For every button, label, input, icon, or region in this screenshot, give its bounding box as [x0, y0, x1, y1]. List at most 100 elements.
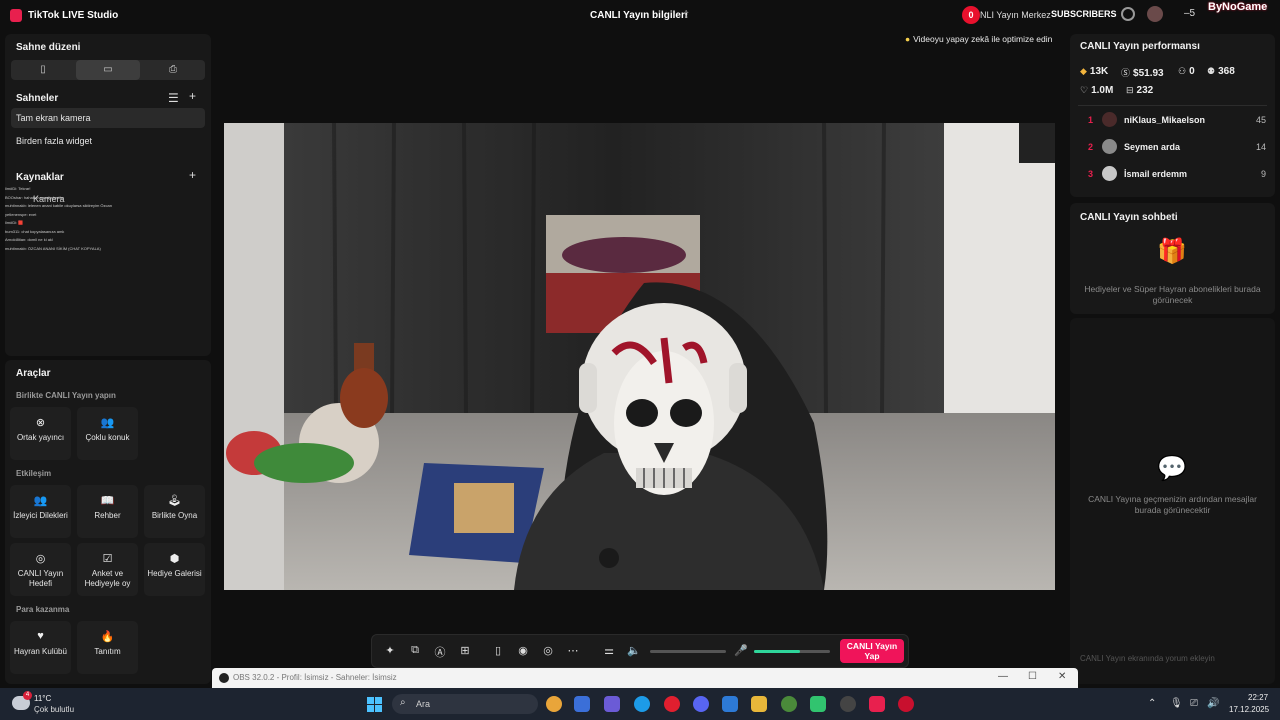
share-icon[interactable]: ⇪ [682, 10, 690, 21]
multi-guest-button[interactable]: 👥 Çoklu konuk [77, 407, 138, 460]
mail-icon[interactable] [722, 696, 738, 712]
weather-temperature[interactable]: 11°C [34, 694, 51, 703]
obs-window-title: OBS 32.0.2 - Profil: İsimsiz - Sahneler:… [233, 673, 397, 682]
record-icon[interactable]: ◉ [516, 644, 530, 657]
magic-wand-icon[interactable]: ✦ [383, 644, 397, 657]
avatar[interactable] [1147, 6, 1163, 22]
microphone-icon[interactable]: 🎤 [734, 644, 748, 657]
scene-item[interactable]: Birden fazla widget [11, 131, 205, 151]
ai-optimize-hint[interactable]: ● Videoyu yapay zekâ ile optimize edin [905, 34, 1052, 48]
poll-button[interactable]: ☑ Anket ve Hediyeyle oy [77, 543, 138, 596]
volume-icon[interactable]: 🔊 [1207, 698, 1219, 709]
camera-feed-image [224, 123, 1055, 590]
camera-settings-icon[interactable]: ◎ [541, 644, 555, 657]
live-goal-button[interactable]: ◎ CANLI Yayın Hedefi [10, 543, 71, 596]
promote-button[interactable]: 🔥 Tanıtım [77, 621, 138, 674]
chrome-profile-icon[interactable] [781, 696, 797, 712]
users-icon: 👥 [100, 417, 115, 429]
play-together-button[interactable]: 🕹 Birlikte Oyna [144, 485, 205, 538]
live-center-link[interactable]: NLI Yayın Merkez [980, 10, 1051, 20]
store-icon[interactable] [574, 696, 590, 712]
add-media-icon[interactable]: ⊞ [458, 644, 472, 657]
viewer-requests-button[interactable]: 👥 İzleyici Dilekleri [10, 485, 71, 538]
ai-icon[interactable]: Ⓐ [433, 644, 447, 660]
landscape-button[interactable]: ▭ [76, 60, 140, 80]
avatar [1102, 112, 1117, 127]
teams-icon[interactable] [604, 696, 620, 712]
go-live-button[interactable]: CANLI Yayın Yap [840, 639, 904, 663]
discord-icon[interactable] [693, 696, 709, 712]
avatar [1102, 139, 1117, 154]
source-camera[interactable]: Kamera [33, 194, 65, 204]
obs-close-button[interactable]: ✕ [1058, 671, 1066, 682]
network-icon[interactable]: ⎚ [1190, 698, 1198, 709]
screen-edit-icon[interactable]: ⧉ [408, 644, 422, 657]
microphone-icon[interactable]: 🎙 [1170, 698, 1183, 709]
speaker-icon[interactable]: 🔈 [627, 644, 641, 657]
guide-button[interactable]: 📖 Rehber [77, 485, 138, 538]
camera-preview [224, 123, 1055, 590]
obs-logo-icon [219, 673, 229, 683]
sources-title: Kaynaklar [16, 172, 64, 183]
fan-club-button[interactable]: ♥ Hayran Kulübü [10, 621, 71, 674]
list-icon[interactable]: ☰ [168, 91, 179, 105]
notification-badge[interactable]: 0 [962, 6, 980, 24]
edge-icon[interactable] [634, 696, 650, 712]
co-host-button[interactable]: ⊗ Ortak yayıncı [10, 407, 71, 460]
likes-stat: ♡ 1.0M [1080, 85, 1114, 96]
ranking-row[interactable]: 2 Seymen arda 14 [1088, 138, 1266, 156]
clock-time[interactable]: 22:27 [1248, 693, 1268, 702]
live-info-title[interactable]: CANLI Yayın bilgileri [590, 10, 688, 21]
gift-icon: ⊟ [1126, 85, 1134, 95]
gear-icon[interactable] [1121, 7, 1135, 21]
chat-line: muhtinnakb: lelenen anani kabile okuylar… [5, 203, 112, 208]
add-source-button[interactable]: + [189, 168, 196, 182]
opera-icon[interactable] [664, 696, 680, 712]
more-options-icon[interactable]: ⋯ [566, 644, 580, 657]
clock-date[interactable]: 17.12.2025 [1229, 705, 1269, 714]
taskbar-search[interactable]: ⌕ Ara [392, 694, 538, 714]
chevron-up-icon[interactable]: ⌃ [1148, 698, 1156, 709]
weather-description[interactable]: Çok bulutlu [34, 705, 74, 714]
chrome-icon[interactable] [546, 696, 562, 712]
chat-input[interactable]: CANLI Yayın ekranında yorum ekleyin [1080, 654, 1265, 663]
performance-title: CANLI Yayın performansı [1080, 41, 1200, 52]
obs-minimize-button[interactable]: — [998, 671, 1008, 682]
add-scene-button[interactable]: + [189, 89, 196, 103]
gifts-stat: ⊟ 232 [1126, 85, 1154, 96]
ranking-row[interactable]: 3 İsmail erdemm 9 [1088, 165, 1266, 183]
tiktok-logo-icon [10, 9, 22, 22]
dual-screen-button[interactable]: ⎙ [141, 60, 205, 80]
minimize-button[interactable]: –5 [1184, 8, 1195, 19]
file-explorer-icon[interactable] [751, 696, 767, 712]
kick-icon[interactable] [810, 696, 826, 712]
obs-icon[interactable] [840, 696, 856, 712]
obs-maximize-button[interactable]: ☐ [1028, 671, 1037, 682]
titlebar-right-cluster: 0 NLI Yayın Merkez SUBSCRIBERS –5 [955, 4, 1205, 26]
title-bar: TikTok LIVE Studio CANLI Yayın bilgileri… [0, 0, 1280, 32]
obs-window-titlebar: OBS 32.0.2 - Profil: İsimsiz - Sahneler:… [212, 668, 1078, 688]
layout-title: Sahne düzeni [16, 42, 81, 53]
adjust-icon[interactable]: ⚌ [602, 644, 616, 657]
live-performance-panel: CANLI Yayın performansı ◆ 13K Ⓢ $51.93 ⚇ 0 … [1070, 34, 1275, 197]
earnings-stat: Ⓢ $51.93 [1121, 68, 1164, 79]
mic-level-slider[interactable] [754, 650, 830, 653]
phone-icon[interactable]: ▯ [491, 644, 505, 657]
tiktok-live-icon[interactable] [869, 696, 885, 712]
chat-bubble-icon: 💬 [1157, 455, 1187, 482]
heart-icon: ♥ [37, 630, 44, 642]
target-icon: ◎ [35, 553, 46, 565]
chat-line: lim#Di: 🟥 [5, 220, 24, 225]
windows-start-icon[interactable] [367, 697, 382, 712]
viewers-icon: 👥 [33, 495, 48, 507]
diamonds-stat: ◆ 13K [1080, 66, 1109, 77]
live-chat-panel: CANLI Yayın sohbeti 🎁 Hediyeler ve Süper… [1070, 203, 1275, 314]
volume-slider[interactable] [650, 650, 726, 653]
ranking-row[interactable]: 1 niKlaus_Mikaelson 45 [1088, 111, 1266, 129]
scene-item[interactable]: Tam ekran kamera [11, 108, 205, 128]
search-icon: ⌕ [400, 697, 406, 708]
portrait-button[interactable]: ▯ [11, 60, 75, 80]
link-icon: ⊗ [35, 417, 46, 429]
gift-gallery-button[interactable]: ⬢ Hediye Galerisi [144, 543, 205, 596]
youtube-icon[interactable] [898, 696, 914, 712]
